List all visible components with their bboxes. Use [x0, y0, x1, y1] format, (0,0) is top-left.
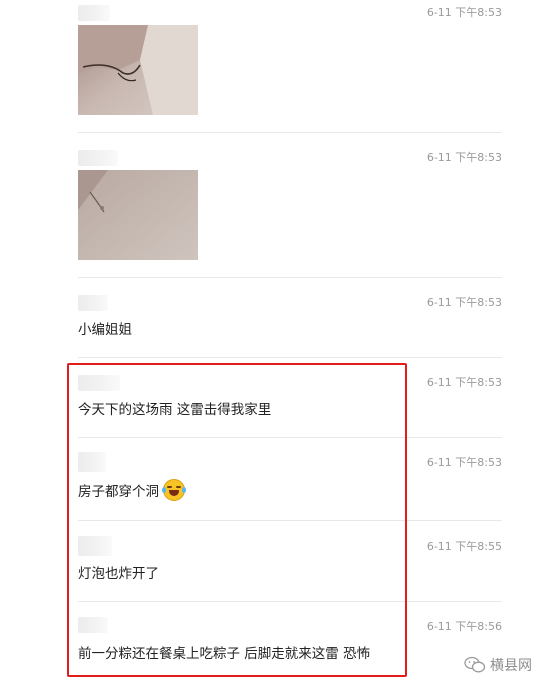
divider — [78, 357, 502, 358]
watermark: 横县网 — [464, 655, 532, 675]
watermark-text: 横县网 — [490, 658, 532, 674]
divider — [78, 132, 502, 133]
message-time: 6-11 下午8:53 — [426, 151, 502, 164]
message-time: 6-11 下午8:55 — [426, 540, 502, 553]
message-time: 6-11 下午8:53 — [426, 376, 502, 389]
sender-avatar[interactable] — [78, 5, 110, 21]
sender-avatar[interactable] — [78, 150, 118, 166]
message-time: 6-11 下午8:53 — [426, 456, 502, 469]
message-image[interactable] — [78, 170, 198, 260]
message-time: 6-11 下午8:53 — [426, 6, 502, 19]
message-time: 6-11 下午8:56 — [426, 620, 502, 633]
divider — [78, 277, 502, 278]
highlight-box — [67, 363, 407, 677]
message-time: 6-11 下午8:53 — [426, 296, 502, 309]
sender-avatar[interactable] — [78, 295, 108, 311]
message-text: 小编姐姐 — [78, 322, 132, 338]
wechat-logo-icon — [464, 656, 486, 673]
message-image[interactable] — [78, 25, 198, 115]
